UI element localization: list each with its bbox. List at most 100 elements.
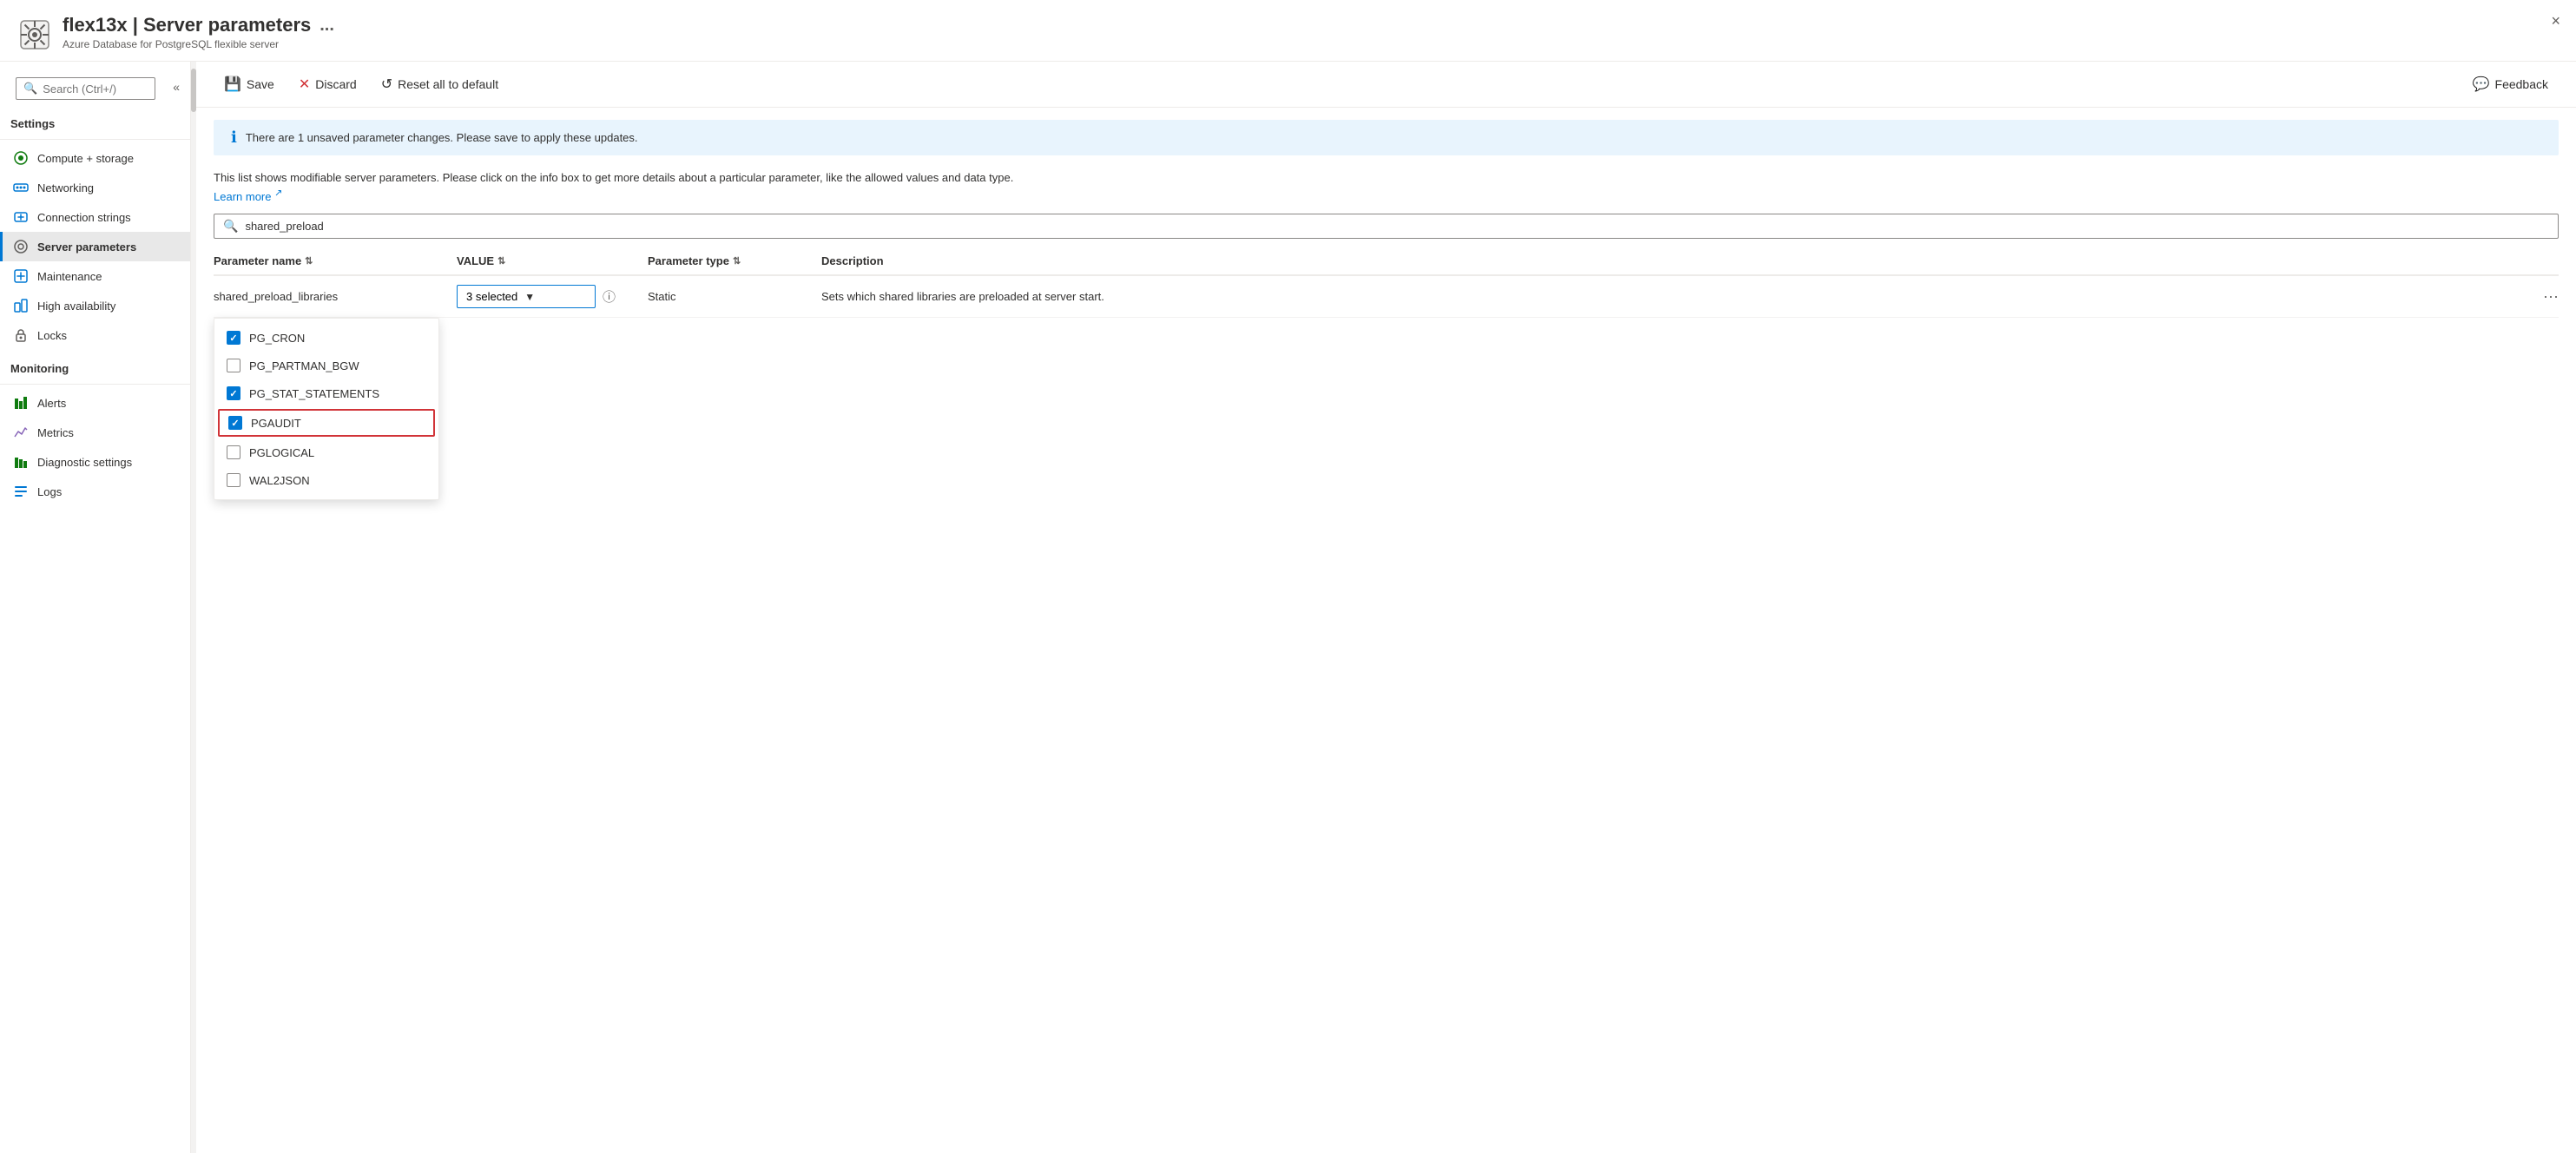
col-label-param-name: Parameter name <box>214 254 301 267</box>
sidebar-search-box[interactable]: 🔍 <box>16 77 155 100</box>
sidebar-item-label-high-availability: High availability <box>37 300 115 313</box>
header-ellipsis-menu[interactable]: ... <box>320 16 334 36</box>
main-layout: 🔍 « Settings Compute + storage Networkin… <box>0 62 2576 1153</box>
maintenance-icon <box>13 268 29 284</box>
learn-more-text: Learn more <box>214 190 271 203</box>
value-dropdown-button[interactable]: 3 selected ▼ <box>457 285 596 308</box>
sidebar-item-networking[interactable]: Networking <box>0 173 190 202</box>
cell-param-type: Static <box>648 290 821 303</box>
header-title: flex13x | Server parameters ... <box>63 14 2559 36</box>
sidebar-item-diagnostic-settings[interactable]: Diagnostic settings <box>0 447 190 477</box>
sort-icon-param-type[interactable]: ⇅ <box>733 255 741 267</box>
sidebar-search-input[interactable] <box>43 82 148 96</box>
checkbox-pg-cron[interactable] <box>227 331 240 345</box>
filter-bar: 🔍 <box>196 214 2576 247</box>
sidebar-item-server-parameters[interactable]: Server parameters <box>0 232 190 261</box>
sort-icon-value[interactable]: ⇅ <box>497 255 505 267</box>
checkbox-pglogical[interactable] <box>227 445 240 459</box>
close-button[interactable]: × <box>2551 12 2560 30</box>
feedback-icon: 💬 <box>2473 76 2490 93</box>
dropdown-item-label-pg-partman-bgw: PG_PARTMAN_BGW <box>249 359 359 372</box>
table-header: Parameter name ⇅ VALUE ⇅ Parameter type … <box>214 247 2559 276</box>
sidebar-item-label-alerts: Alerts <box>37 397 66 410</box>
reset-button[interactable]: ↺ Reset all to default <box>371 70 509 98</box>
high-availability-icon <box>13 298 29 313</box>
header: flex13x | Server parameters ... Azure Da… <box>0 0 2576 62</box>
dropdown-item-pg-cron[interactable]: PG_CRON <box>214 324 438 352</box>
col-label-param-type: Parameter type <box>648 254 729 267</box>
dropdown-item-pg-stat-statements[interactable]: PG_STAT_STATEMENTS <box>214 379 438 407</box>
feedback-button[interactable]: 💬 Feedback <box>2462 70 2559 98</box>
settings-divider <box>0 139 190 140</box>
sidebar-item-label-locks: Locks <box>37 329 67 342</box>
learn-more-link[interactable]: Learn more ↗ <box>214 190 282 203</box>
column-header-value: VALUE ⇅ <box>457 254 648 267</box>
server-parameters-icon <box>13 239 29 254</box>
sidebar-item-alerts[interactable]: Alerts <box>0 388 190 418</box>
dropdown-info-icon[interactable]: ⓘ <box>603 287 616 306</box>
save-button[interactable]: 💾 Save <box>214 70 285 98</box>
row-ellipsis-menu[interactable]: ··· <box>2524 287 2559 306</box>
filter-input-wrap[interactable]: 🔍 <box>214 214 2559 239</box>
sidebar-item-label-compute-storage: Compute + storage <box>37 152 134 165</box>
column-header-description: Description <box>821 254 2524 267</box>
header-title-text: flex13x | Server parameters <box>63 14 311 36</box>
dropdown-item-pg-partman-bgw[interactable]: PG_PARTMAN_BGW <box>214 352 438 379</box>
networking-icon <box>13 180 29 195</box>
dropdown-item-pgaudit[interactable]: PGAUDIT <box>218 409 435 437</box>
reset-label: Reset all to default <box>398 77 498 91</box>
discard-label: Discard <box>315 77 356 91</box>
settings-section-label: Settings <box>0 105 190 135</box>
sidebar-item-high-availability[interactable]: High availability <box>0 291 190 320</box>
cell-description: Sets which shared libraries are preloade… <box>821 290 2524 303</box>
dropdown-item-label-pgaudit: PGAUDIT <box>251 417 301 430</box>
checkbox-pg-stat-statements[interactable] <box>227 386 240 400</box>
discard-button[interactable]: ✕ Discard <box>288 70 367 98</box>
sidebar-item-locks[interactable]: Locks <box>0 320 190 350</box>
dropdown-chevron-icon: ▼ <box>524 291 535 303</box>
server-params-header-icon <box>17 17 52 52</box>
column-header-param-type: Parameter type ⇅ <box>648 254 821 267</box>
sidebar-item-label-diagnostic-settings: Diagnostic settings <box>37 456 132 469</box>
sidebar-item-label-networking: Networking <box>37 181 94 194</box>
dropdown-item-wal2json[interactable]: WAL2JSON <box>214 466 438 494</box>
cell-param-name: shared_preload_libraries <box>214 290 457 303</box>
description-value: Sets which shared libraries are preloade… <box>821 290 1104 303</box>
sidebar-item-logs[interactable]: Logs <box>0 477 190 506</box>
column-header-param-name: Parameter name ⇅ <box>214 254 457 267</box>
header-title-block: flex13x | Server parameters ... Azure Da… <box>63 14 2559 50</box>
sidebar-item-label-logs: Logs <box>37 485 62 498</box>
diagnostic-settings-icon <box>13 454 29 470</box>
sidebar-item-connection-strings[interactable]: Connection strings <box>0 202 190 232</box>
collapse-sidebar-button[interactable]: « <box>169 80 183 94</box>
sidebar-scroll-thumb <box>191 69 196 112</box>
reset-icon: ↺ <box>381 76 392 93</box>
sidebar-item-metrics[interactable]: Metrics <box>0 418 190 447</box>
dropdown-item-pglogical[interactable]: PGLOGICAL <box>214 438 438 466</box>
param-type-value: Static <box>648 290 676 303</box>
description-text: This list shows modifiable server parame… <box>214 171 1013 184</box>
dropdown-list: PG_CRON PG_PARTMAN_BGW PG_STAT_STATEMENT… <box>214 318 439 500</box>
monitoring-divider <box>0 384 190 385</box>
sidebar-item-label-connection-strings: Connection strings <box>37 211 131 224</box>
sidebar-scrollbar[interactable] <box>191 62 196 1153</box>
checkbox-wal2json[interactable] <box>227 473 240 487</box>
checkbox-pgaudit[interactable] <box>228 416 242 430</box>
sidebar: 🔍 « Settings Compute + storage Networkin… <box>0 62 191 1153</box>
table-row: shared_preload_libraries 3 selected ▼ ⓘ <box>214 276 2559 318</box>
save-icon: 💾 <box>224 76 241 93</box>
column-header-actions <box>2524 254 2559 267</box>
locks-icon <box>13 327 29 343</box>
dropdown-item-label-pg-stat-statements: PG_STAT_STATEMENTS <box>249 387 379 400</box>
filter-search-icon: 🔍 <box>223 219 238 234</box>
sidebar-item-compute-storage[interactable]: Compute + storage <box>0 143 190 173</box>
checkbox-pg-partman-bgw[interactable] <box>227 359 240 372</box>
col-label-value: VALUE <box>457 254 494 267</box>
sidebar-item-label-server-parameters: Server parameters <box>37 240 136 254</box>
metrics-icon <box>13 425 29 440</box>
sort-icon-param-name[interactable]: ⇅ <box>305 255 313 267</box>
sidebar-item-maintenance[interactable]: Maintenance <box>0 261 190 291</box>
toolbar: 💾 Save ✕ Discard ↺ Reset all to default … <box>196 62 2576 108</box>
compute-storage-icon <box>13 150 29 166</box>
filter-input[interactable] <box>245 220 2549 233</box>
